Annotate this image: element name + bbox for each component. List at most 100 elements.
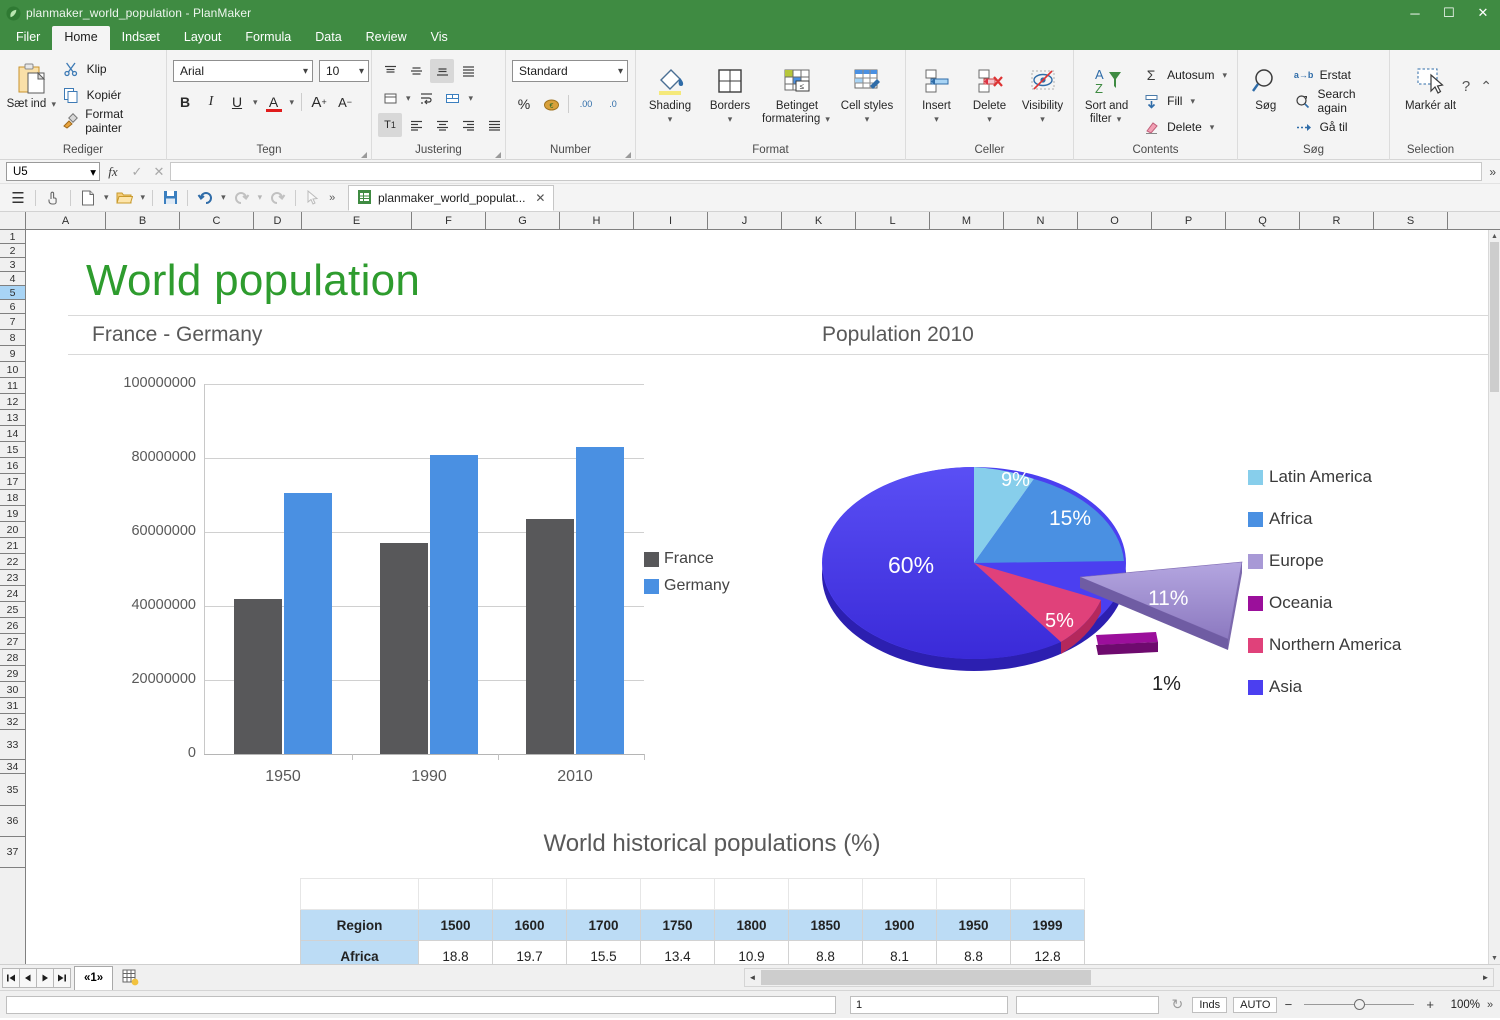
zoom-level-label[interactable]: 100% — [1438, 999, 1480, 1011]
copy-button[interactable]: Kopiér — [59, 82, 160, 108]
indent-dropdown-icon[interactable]: ▾ — [404, 93, 413, 104]
column-header-o[interactable]: O — [1078, 212, 1152, 229]
tab-vis[interactable]: Vis — [419, 26, 460, 50]
search-again-button[interactable]: Search again — [1292, 88, 1383, 114]
previous-sheet-button[interactable] — [19, 968, 37, 988]
shrink-font-button[interactable]: A− — [333, 90, 357, 114]
maximize-button[interactable]: ☐ — [1432, 0, 1466, 26]
cancel-formula-icon[interactable]: ✕ — [148, 164, 170, 180]
open-file-icon[interactable] — [113, 187, 137, 209]
column-header-a[interactable]: A — [26, 212, 106, 229]
add-sheet-button[interactable] — [117, 969, 143, 986]
underline-dropdown-icon[interactable]: ▾ — [251, 97, 260, 108]
increase-decimal-button[interactable]: .00 — [574, 92, 598, 116]
number-dialog-launcher-icon[interactable] — [625, 152, 631, 158]
select-all-corner[interactable] — [0, 212, 26, 229]
column-header-f[interactable]: F — [412, 212, 486, 229]
zoom-slider-knob[interactable] — [1354, 999, 1365, 1010]
row-header-13[interactable]: 13 — [0, 410, 25, 426]
document-tab-close-icon[interactable]: ✕ — [535, 191, 545, 205]
legend-item-france[interactable]: France — [644, 550, 730, 568]
bar-france-1990[interactable] — [380, 543, 428, 754]
row-header-27[interactable]: 27 — [0, 634, 25, 650]
column-header-k[interactable]: K — [782, 212, 856, 229]
wrap-text-icon[interactable] — [415, 86, 439, 110]
tab-data[interactable]: Data — [303, 26, 353, 50]
last-sheet-button[interactable] — [53, 968, 71, 988]
row-header-15[interactable]: 15 — [0, 442, 25, 458]
align-left-icon[interactable] — [404, 113, 428, 137]
currency-style-button[interactable]: € — [539, 92, 563, 116]
bold-button[interactable]: B — [173, 90, 197, 114]
tab-home[interactable]: Home — [52, 26, 109, 50]
merge-dropdown-icon[interactable]: ▾ — [467, 93, 476, 104]
insert-function-icon[interactable]: fx — [100, 164, 126, 180]
paste-button[interactable]: Sæt ind ▾ — [6, 58, 59, 111]
row-header-11[interactable]: 11 — [0, 378, 25, 394]
format-painter-button[interactable]: Format painter — [59, 108, 160, 134]
align-justify-icon[interactable] — [456, 59, 480, 83]
column-header-m[interactable]: M — [930, 212, 1004, 229]
tegn-dialog-launcher-icon[interactable] — [361, 152, 367, 158]
column-header-g[interactable]: G — [486, 212, 560, 229]
new-file-icon[interactable] — [76, 187, 100, 209]
row-header-17[interactable]: 17 — [0, 474, 25, 490]
autosum-button[interactable]: Σ Autosum ▾ — [1139, 62, 1231, 88]
sheet-canvas[interactable]: World population France - Germany Popula… — [26, 230, 1488, 964]
spreadsheet-grid[interactable]: A B C D E F G H I J K L M N O P Q R S 12… — [0, 212, 1500, 964]
column-header-d[interactable]: D — [254, 212, 302, 229]
align-middle-icon[interactable] — [404, 59, 428, 83]
formula-expand-icon[interactable]: » — [1489, 165, 1496, 179]
row-header-1[interactable]: 1 — [0, 230, 25, 244]
fill-button[interactable]: Fill ▾ — [1139, 88, 1231, 114]
row-header-25[interactable]: 25 — [0, 602, 25, 618]
row-header-3[interactable]: 3 — [0, 258, 25, 272]
tab-filer[interactable]: Filer — [4, 26, 52, 50]
accept-formula-icon[interactable]: ✓ — [126, 164, 148, 180]
close-button[interactable]: ✕ — [1466, 0, 1500, 26]
row-header-29[interactable]: 29 — [0, 666, 25, 682]
pie-legend-item-latin-america[interactable]: Latin America — [1248, 467, 1401, 487]
scroll-up-icon[interactable]: ▲ — [1489, 230, 1500, 242]
font-color-button[interactable]: A — [262, 90, 286, 114]
bar-france-2010[interactable] — [526, 519, 574, 754]
select-all-button[interactable]: Markér alt — [1400, 60, 1462, 113]
row-header-2[interactable]: 2 — [0, 244, 25, 258]
horizontal-scrollbar[interactable]: ◄ ► — [744, 968, 1494, 987]
open-file-dropdown-icon[interactable]: ▾ — [139, 192, 148, 203]
horizontal-scroll-thumb[interactable] — [761, 970, 1091, 985]
refresh-icon[interactable]: ↻ — [1165, 996, 1189, 1013]
delete-contents-button[interactable]: Delete ▾ — [1139, 114, 1231, 140]
calculation-mode-badge[interactable]: AUTO — [1233, 997, 1277, 1013]
pie-legend-item-northern-america[interactable]: Northern America — [1248, 635, 1401, 655]
scroll-right-icon[interactable]: ► — [1478, 969, 1493, 986]
row-header-23[interactable]: 23 — [0, 570, 25, 586]
align-bottom-icon[interactable] — [430, 59, 454, 83]
number-format-combo[interactable]: Standard ▾ — [512, 60, 628, 82]
tab-layout[interactable]: Layout — [172, 26, 234, 50]
row-header-36[interactable]: 36 — [0, 806, 25, 837]
indent-icon[interactable] — [378, 86, 402, 110]
column-header-q[interactable]: Q — [1226, 212, 1300, 229]
row-header-19[interactable]: 19 — [0, 506, 25, 522]
column-header-s[interactable]: S — [1374, 212, 1448, 229]
row-header-12[interactable]: 12 — [0, 394, 25, 410]
column-header-e[interactable]: E — [302, 212, 412, 229]
row-header-16[interactable]: 16 — [0, 458, 25, 474]
font-size-combo[interactable]: 10 ▾ — [319, 60, 369, 82]
bar-chart[interactable]: 100000000 80000000 60000000 40000000 200… — [56, 370, 696, 790]
grow-font-button[interactable]: A+ — [307, 90, 331, 114]
new-file-dropdown-icon[interactable]: ▾ — [102, 192, 111, 203]
conditional-formatting-button[interactable]: ≤ Betinget formatering ▾ — [762, 60, 832, 126]
bar-germany-1950[interactable] — [284, 493, 332, 754]
historical-populations-table[interactable]: Region 1500 1600 1700 1750 1800 1850 190… — [300, 878, 1085, 964]
row-header-28[interactable]: 28 — [0, 650, 25, 666]
bar-france-1950[interactable] — [234, 599, 282, 754]
column-header-i[interactable]: I — [634, 212, 708, 229]
text-orientation-icon[interactable]: T1 — [378, 113, 402, 137]
row-header-21[interactable]: 21 — [0, 538, 25, 554]
align-block-icon[interactable] — [482, 113, 506, 137]
undo-icon[interactable] — [193, 187, 217, 209]
search-button[interactable]: Søg — [1244, 60, 1288, 113]
italic-button[interactable]: I — [199, 90, 223, 114]
